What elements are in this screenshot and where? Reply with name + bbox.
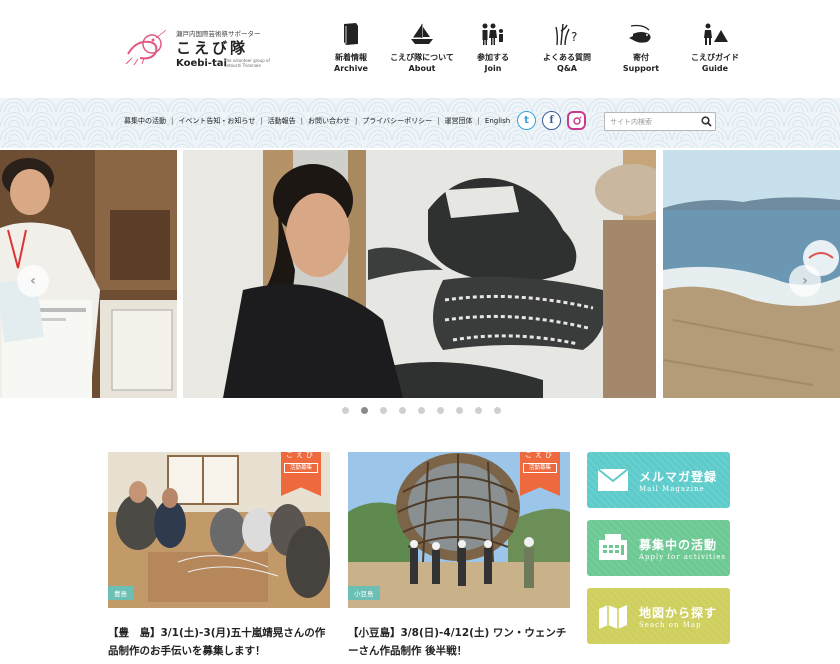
subnav-separator: | bbox=[477, 117, 480, 125]
question-icon: ? bbox=[552, 20, 582, 48]
svg-text:?: ? bbox=[571, 30, 577, 44]
post-card[interactable]: こえび 活動募集 豊島 【豊 島】3/1(土)-3(月)五十嵐靖晃さんの作品制作… bbox=[108, 452, 330, 660]
gnav-archive[interactable]: 新着情報 Archive bbox=[314, 20, 388, 80]
slider-dot[interactable] bbox=[475, 407, 482, 414]
slider-dot[interactable] bbox=[342, 407, 349, 414]
slider-dot[interactable] bbox=[418, 407, 425, 414]
search-input[interactable] bbox=[610, 114, 698, 129]
gnav-qa[interactable]: ? よくある質問 Q&A bbox=[530, 20, 604, 80]
search-map-banner[interactable]: 地図から探す Seach on Map bbox=[587, 588, 730, 644]
post-card-image: こえび 活動募集 小豆島 bbox=[348, 452, 570, 608]
subnav-separator: | bbox=[300, 117, 303, 125]
post-card[interactable]: こえび 活動募集 小豆島 【小豆島】3/8(日)-4/12(土) ワン・ウェンチ… bbox=[348, 452, 570, 660]
slider-dot[interactable] bbox=[399, 407, 406, 414]
subnav-separator: | bbox=[437, 117, 440, 125]
shrimp-logo-icon bbox=[125, 30, 166, 66]
global-nav: 新着情報 Archive こえび隊について About 参加する Join ? … bbox=[314, 20, 752, 80]
island-tag[interactable]: 豊島 bbox=[108, 586, 133, 600]
slider-dot[interactable] bbox=[456, 407, 463, 414]
mail-icon bbox=[593, 460, 633, 500]
slide-image bbox=[183, 150, 656, 398]
facebook-icon[interactable]: f bbox=[542, 111, 561, 130]
instagram-icon[interactable] bbox=[567, 111, 586, 130]
apply-activities-banner[interactable]: 募集中の活動 Apply for activities bbox=[587, 520, 730, 576]
gnav-join[interactable]: 参加する Join bbox=[456, 20, 530, 80]
logo-kanji: こえび隊 bbox=[176, 39, 249, 57]
slider-dot[interactable] bbox=[380, 407, 387, 414]
guide-icon bbox=[700, 20, 730, 48]
subnav-events[interactable]: イベント告知・お知らせ bbox=[178, 116, 255, 126]
slider-next-button[interactable]: › bbox=[789, 265, 821, 297]
twitter-icon[interactable]: t bbox=[517, 111, 536, 130]
slider-dot-active[interactable] bbox=[361, 407, 368, 414]
search-icon[interactable] bbox=[698, 114, 714, 130]
subnav-english[interactable]: English bbox=[485, 117, 510, 125]
post-card-title[interactable]: 【豊 島】3/1(土)-3(月)五十嵐靖晃さんの作品制作のお手伝いを募集します！ bbox=[108, 624, 330, 660]
slider-prev-button[interactable]: ‹ bbox=[17, 265, 49, 297]
slide-photo-woman-artwork[interactable] bbox=[183, 150, 656, 398]
mail-magazine-banner[interactable]: メルマガ登録 Mail Magazine bbox=[587, 452, 730, 508]
fax-icon bbox=[593, 528, 633, 568]
social-links: t f bbox=[517, 111, 586, 130]
logo-romaji: Koebi-tai bbox=[176, 58, 227, 69]
hero-slider: ‹ › bbox=[0, 150, 840, 398]
post-card-title[interactable]: 【小豆島】3/8(日)-4/12(土) ワン・ウェンチーさん作品制作 後半戦！ bbox=[348, 624, 570, 660]
subnav-contact[interactable]: お問い合わせ bbox=[308, 116, 350, 126]
map-icon bbox=[593, 596, 633, 636]
slider-dot[interactable] bbox=[494, 407, 501, 414]
slider-dot[interactable] bbox=[437, 407, 444, 414]
gnav-guide[interactable]: こえびガイド Guide bbox=[678, 20, 752, 80]
subnav-separator: | bbox=[354, 117, 358, 125]
island-tag[interactable]: 小豆島 bbox=[348, 586, 380, 600]
subnav-privacy[interactable]: プライバシーポリシー bbox=[362, 116, 432, 126]
utility-nav: 募集中の活動 | イベント告知・お知らせ | 活動報告 | お問い合わせ | プライバシ… bbox=[124, 116, 510, 126]
subnav-organization[interactable]: 運営団体 bbox=[445, 116, 473, 126]
logo-tagline: The volunteer group of Setouchi Triennal… bbox=[224, 58, 270, 68]
people-icon bbox=[478, 20, 508, 48]
site-logo[interactable]: 瀬戸内国際芸術祭サポーター こえび隊 Koebi-tai The volunte… bbox=[122, 26, 272, 76]
subnav-recruiting[interactable]: 募集中の活動 bbox=[124, 116, 166, 126]
gnav-support[interactable]: 寄付 Support bbox=[604, 20, 678, 80]
book-icon bbox=[336, 20, 366, 48]
subnav-reports[interactable]: 活動報告 bbox=[268, 116, 296, 126]
site-header: 瀬戸内国際芸術祭サポーター こえび隊 Koebi-tai The volunte… bbox=[0, 0, 840, 98]
site-search bbox=[604, 112, 716, 131]
shrimp-icon bbox=[626, 20, 656, 48]
subnav-separator: | bbox=[260, 117, 263, 125]
subnav-separator: | bbox=[171, 117, 174, 125]
post-card-image: こえび 活動募集 豊島 bbox=[108, 452, 330, 608]
ship-icon bbox=[407, 20, 437, 48]
slider-pagination bbox=[342, 407, 501, 414]
gnav-about[interactable]: こえび隊について About bbox=[388, 20, 456, 80]
